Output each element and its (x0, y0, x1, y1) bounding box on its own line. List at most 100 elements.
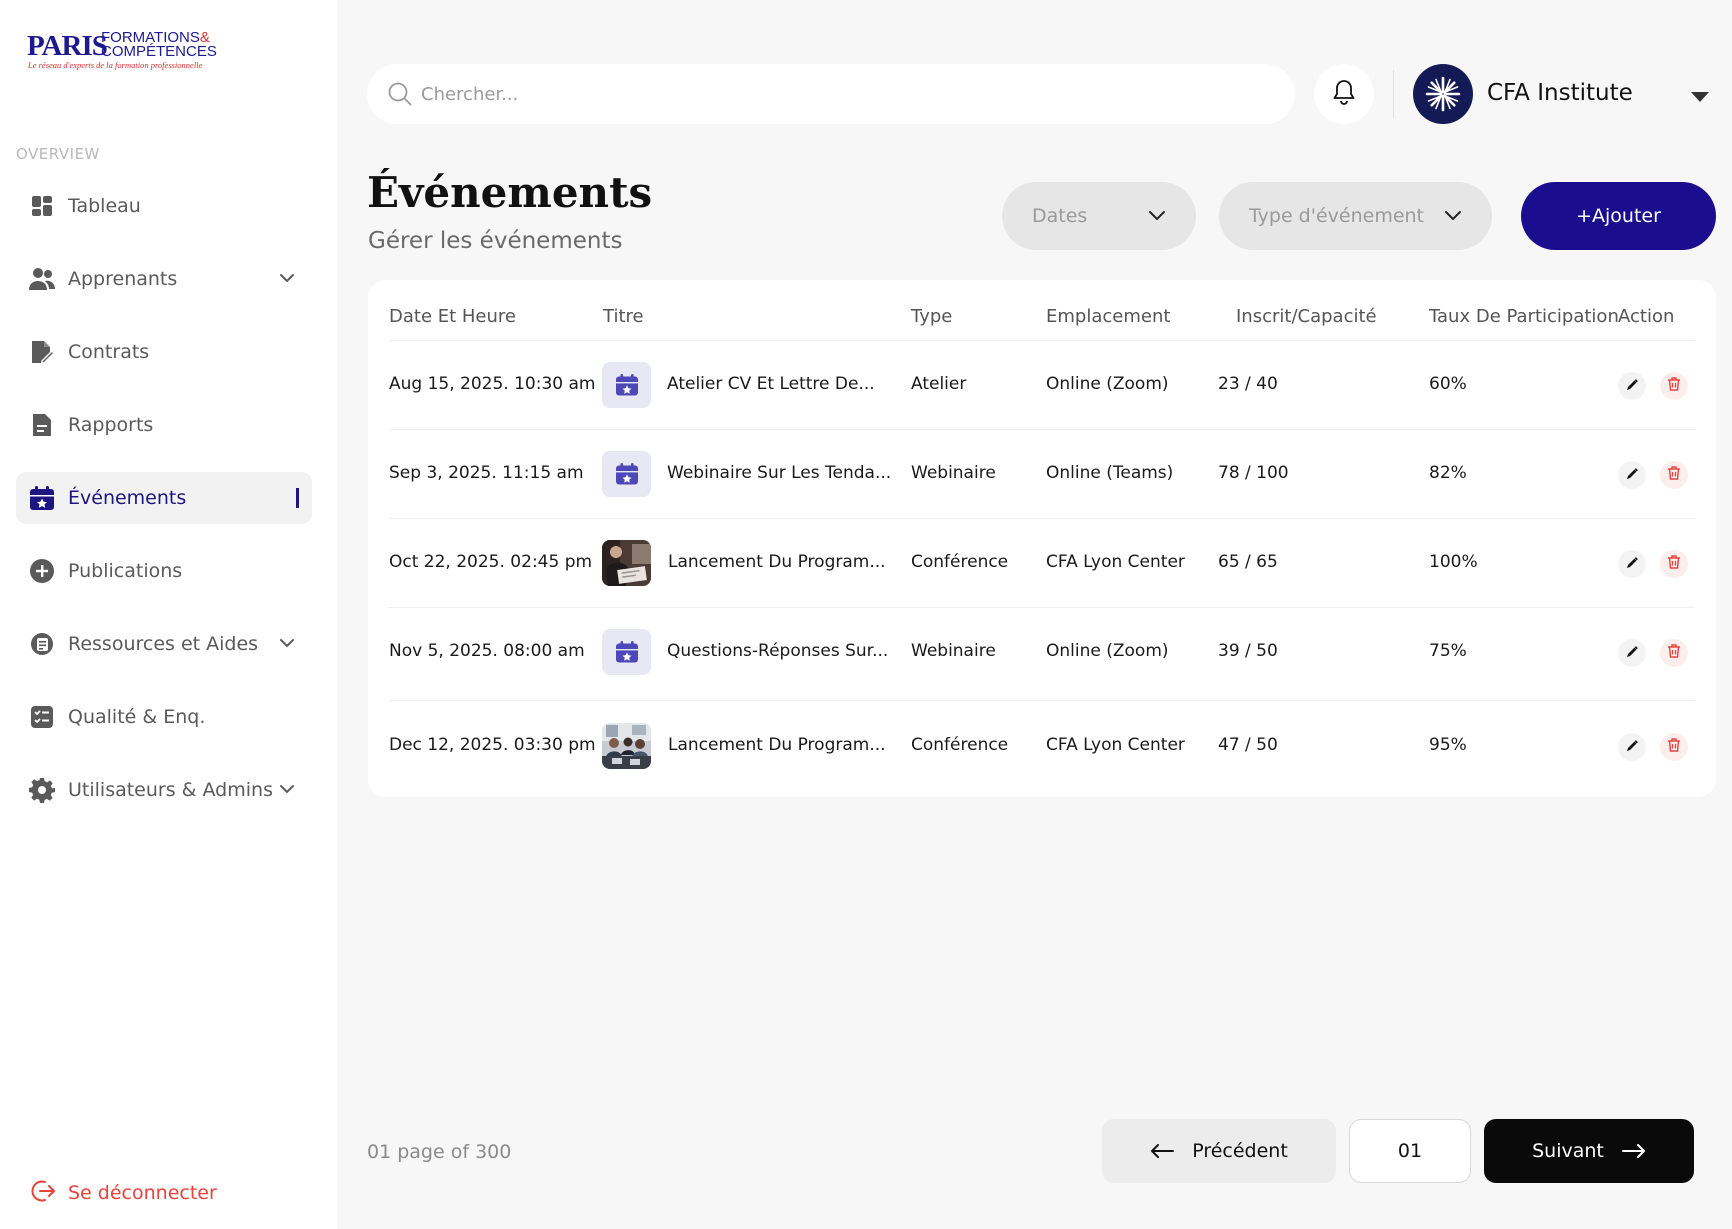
sidebar-item-label: Rapports (68, 414, 154, 436)
column-header-date[interactable]: Date Et Heure (389, 306, 516, 327)
previous-page-button[interactable]: Précédent (1102, 1119, 1336, 1183)
sidebar-item-publications[interactable]: Publications (16, 545, 312, 597)
edit-button[interactable] (1618, 461, 1646, 489)
topbar-divider (1393, 70, 1394, 118)
chevron-down-icon[interactable] (278, 269, 296, 291)
chevron-down-icon[interactable] (278, 634, 296, 656)
logout-button[interactable]: Se déconnecter (30, 1178, 217, 1208)
sidebar-section-label: OVERVIEW (16, 145, 100, 163)
sidebar-item-label: Utilisateurs & Admins (68, 779, 273, 801)
event-date: Sep 3, 2025. 11:15 am (389, 463, 584, 483)
edit-button[interactable] (1618, 550, 1646, 578)
event-type: Conférence (911, 552, 1009, 572)
pagination-info: 01 page of 300 (367, 1141, 512, 1163)
event-type: Atelier (911, 374, 967, 394)
calendar-icon (602, 362, 651, 408)
trash-icon (1667, 643, 1681, 663)
add-event-button[interactable]: +Ajouter (1521, 182, 1716, 250)
calendar-icon (602, 629, 651, 675)
brand-name-main: PARIS (27, 30, 108, 62)
calendar-star-icon (28, 484, 56, 512)
search-bar[interactable] (367, 64, 1295, 124)
event-participation-rate: 82% (1429, 463, 1467, 483)
notification-button[interactable] (1314, 64, 1374, 124)
caret-down-icon[interactable] (1690, 88, 1710, 107)
next-page-button[interactable]: Suivant (1484, 1119, 1694, 1183)
sidebar-item-tableau[interactable]: Tableau (16, 180, 312, 232)
arrow-left-icon (1150, 1143, 1175, 1159)
sidebar-item-ressources[interactable]: Ressources et Aides (16, 618, 312, 670)
column-header-action: Action (1618, 306, 1675, 327)
sidebar-item-apprenants[interactable]: Apprenants (16, 253, 312, 305)
event-registered: 23 / 40 (1218, 374, 1278, 394)
brand-logo[interactable]: PARIS FORMATIONS& COMPÉTENCES Le réseau d… (27, 30, 247, 74)
edit-button[interactable] (1618, 639, 1646, 667)
current-page-field[interactable]: 01 (1349, 1119, 1471, 1183)
event-participation-rate: 60% (1429, 374, 1467, 394)
event-title[interactable]: Lancement Du Program... (668, 735, 886, 755)
delete-button[interactable] (1660, 639, 1688, 667)
column-header-location[interactable]: Emplacement (1046, 306, 1170, 327)
events-table (368, 280, 1716, 797)
chevron-down-icon (1148, 208, 1166, 228)
gear-icon (28, 776, 56, 804)
sidebar-item-contrats[interactable]: Contrats (16, 326, 312, 378)
sidebar-item-label: Contrats (68, 341, 150, 363)
event-type-filter-label: Type d'événement (1249, 205, 1425, 227)
sidebar: PARIS FORMATIONS& COMPÉTENCES Le réseau d… (0, 0, 337, 1229)
trash-icon (1667, 376, 1681, 396)
sidebar-item-label: Événements (68, 487, 187, 509)
pencil-icon (1625, 644, 1639, 663)
report-icon (28, 411, 56, 439)
event-date: Aug 15, 2025. 10:30 am (389, 374, 596, 394)
event-location: CFA Lyon Center (1046, 735, 1185, 755)
column-header-rate[interactable]: Taux De Participation (1429, 306, 1619, 327)
sidebar-item-label: Apprenants (68, 268, 178, 290)
dates-filter[interactable]: Dates (1002, 182, 1196, 250)
event-type: Webinaire (911, 463, 996, 483)
trash-icon (1667, 554, 1681, 574)
delete-button[interactable] (1660, 372, 1688, 400)
column-header-title[interactable]: Titre (603, 306, 644, 327)
column-header-registered[interactable]: Inscrit/Capacité (1236, 306, 1377, 327)
sidebar-item-qualite[interactable]: Qualité & Enq. (16, 691, 312, 743)
chevron-down-icon[interactable] (278, 780, 296, 802)
search-input[interactable] (421, 83, 1261, 105)
sidebar-item-label: Ressources et Aides (68, 633, 259, 655)
next-page-label: Suivant (1532, 1140, 1604, 1162)
page-title: Événements (367, 168, 653, 217)
event-title[interactable]: Webinaire Sur Les Tenda... (667, 463, 891, 483)
event-type-filter[interactable]: Type d'événement (1219, 182, 1492, 250)
event-registered: 65 / 65 (1218, 552, 1278, 572)
previous-page-label: Précédent (1192, 1140, 1288, 1162)
event-title[interactable]: Lancement Du Program... (668, 552, 886, 572)
event-location: CFA Lyon Center (1046, 552, 1185, 572)
delete-button[interactable] (1660, 733, 1688, 761)
event-date: Dec 12, 2025. 03:30 pm (389, 735, 596, 755)
column-header-type[interactable]: Type (911, 306, 952, 327)
edit-button[interactable] (1618, 733, 1646, 761)
pencil-icon (1625, 466, 1639, 485)
edit-button[interactable] (1618, 372, 1646, 400)
event-registered: 78 / 100 (1218, 463, 1289, 483)
org-name: CFA Institute (1487, 80, 1633, 106)
event-type: Conférence (911, 735, 1009, 755)
table-divider (389, 340, 1695, 341)
sidebar-item-utilisateurs[interactable]: Utilisateurs & Admins (16, 764, 312, 816)
sidebar-item-rapports[interactable]: Rapports (16, 399, 312, 451)
plus-circle-icon (28, 557, 56, 585)
table-divider (389, 607, 1695, 608)
logout-icon (30, 1178, 56, 1208)
delete-button[interactable] (1660, 461, 1688, 489)
sidebar-item-label: Publications (68, 560, 183, 582)
event-location: Online (Zoom) (1046, 374, 1169, 394)
org-avatar[interactable] (1413, 64, 1473, 124)
event-participation-rate: 100% (1429, 552, 1478, 572)
event-registered: 47 / 50 (1218, 735, 1278, 755)
event-title[interactable]: Atelier CV Et Lettre De... (667, 374, 875, 394)
sidebar-item-label: Qualité & Enq. (68, 706, 206, 728)
delete-button[interactable] (1660, 550, 1688, 578)
event-participation-rate: 95% (1429, 735, 1467, 755)
event-title[interactable]: Questions-Réponses Sur... (667, 641, 888, 661)
sidebar-item-evenements[interactable]: Événements (16, 472, 312, 524)
